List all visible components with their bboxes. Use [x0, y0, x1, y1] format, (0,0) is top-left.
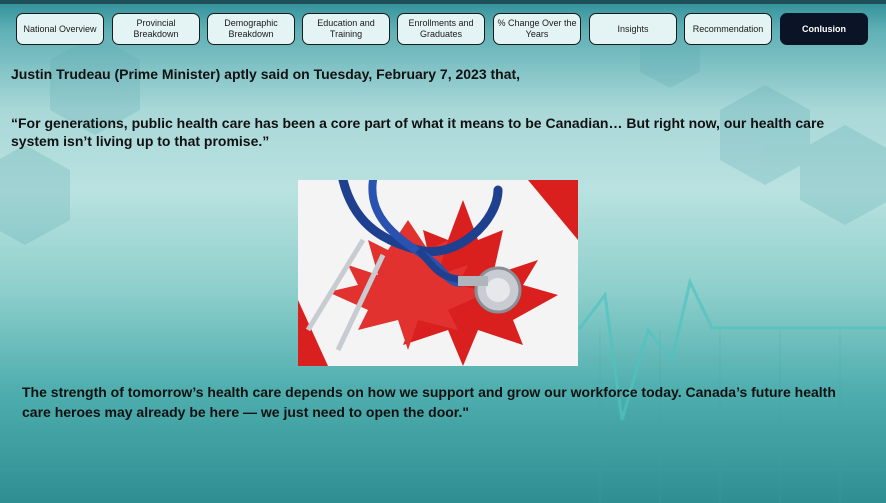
tab-insights[interactable]: Insights: [589, 13, 677, 45]
speaker-name: Justin Trudeau: [11, 66, 111, 82]
intro-line: Justin Trudeau (Prime Minister) aptly sa…: [11, 66, 871, 82]
tab-provincial-breakdown[interactable]: Provincial Breakdown: [112, 13, 200, 45]
quote-text: “For generations, public health care has…: [11, 115, 825, 149]
intro-text: (Prime Minister) aptly said on Tuesday, …: [110, 66, 521, 82]
tab-enrollments-and-graduates[interactable]: Enrollments and Graduates: [397, 13, 485, 45]
tab-recommendation[interactable]: Recommendation: [684, 13, 772, 45]
closing-text: The strength of tomorrow’s health care d…: [22, 384, 836, 420]
stethoscope-flag-image: [298, 180, 578, 366]
stethoscope-on-canadian-flag-icon: [298, 180, 578, 366]
tab-national-overview[interactable]: National Overview: [16, 13, 104, 45]
tab-conclusion[interactable]: Conlusion: [780, 13, 868, 45]
tab-percent-change[interactable]: % Change Over the Years: [493, 13, 581, 45]
tab-education-and-training[interactable]: Education and Training: [302, 13, 390, 45]
tab-demographic-breakdown[interactable]: Demographic Breakdown: [207, 13, 295, 45]
